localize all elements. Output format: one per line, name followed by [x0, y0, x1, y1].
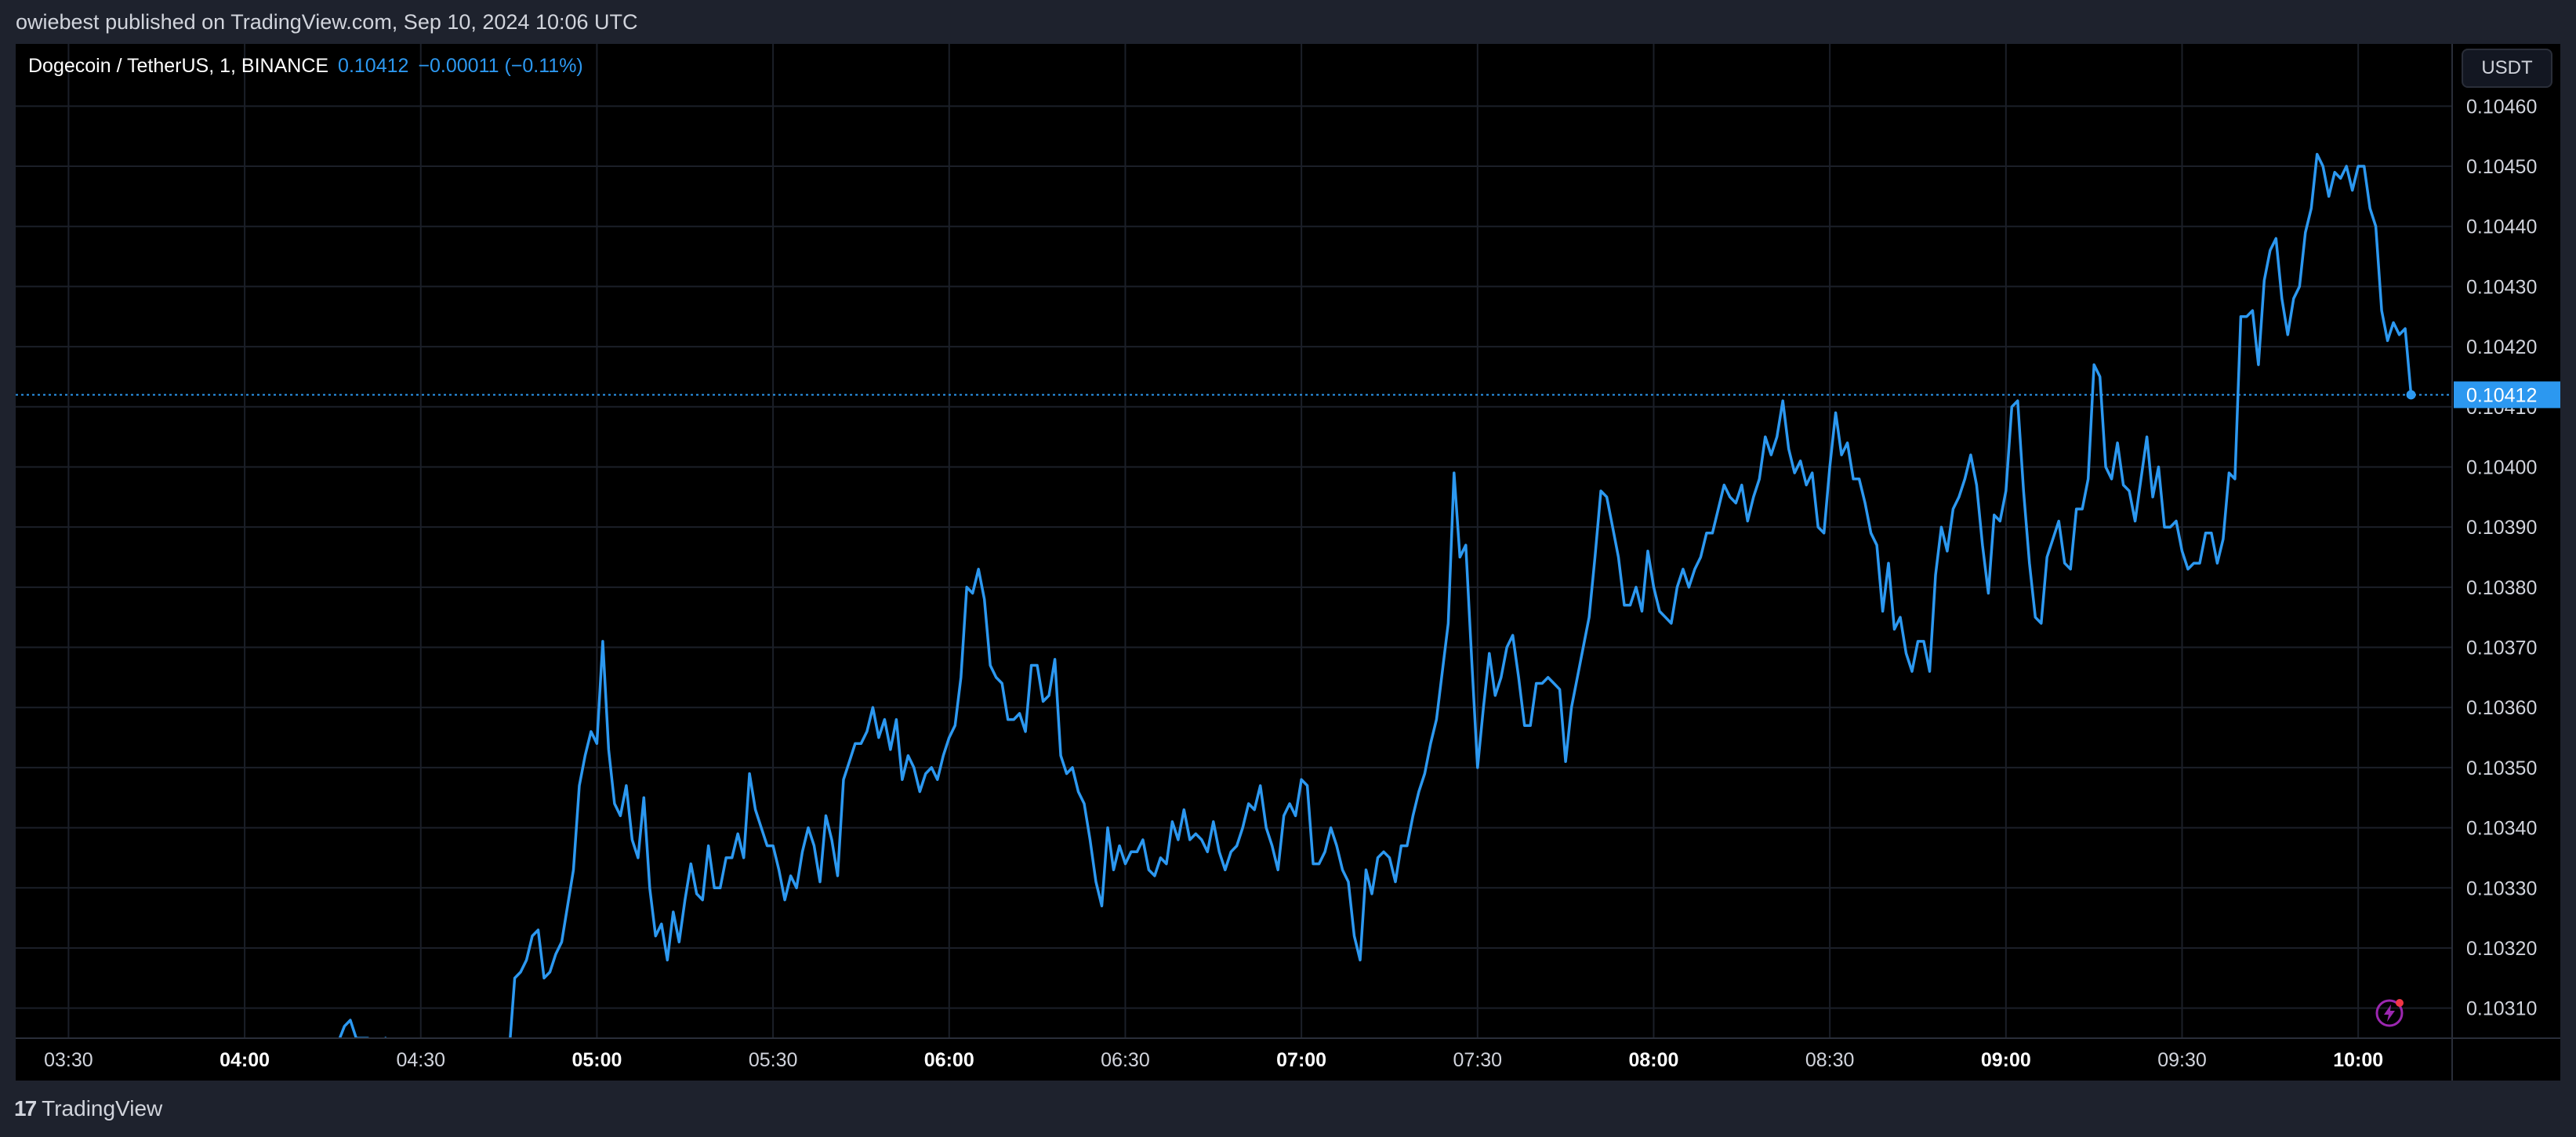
x-tick-label: 09:30 — [2157, 1049, 2207, 1071]
chart-panel[interactable]: 0.10310 0.10320 0.10330 0.10340 0.10350 0.103… — [16, 44, 2560, 1081]
x-tick-label: 10:00 — [2333, 1049, 2383, 1071]
legend-price: 0.10412 — [338, 55, 409, 77]
y-tick-label: 0.10400 — [2466, 456, 2537, 478]
x-tick-label: 07:30 — [1453, 1049, 1503, 1071]
x-tick-label: 08:00 — [1628, 1049, 1678, 1071]
last-price-label: 0.10412 — [2466, 384, 2537, 406]
publish-header: owiebest published on TradingView.com, S… — [0, 0, 2576, 44]
x-tick-label: 04:00 — [220, 1049, 270, 1071]
y-tick-label: 0.10340 — [2466, 818, 2537, 840]
y-tick-label: 0.10440 — [2466, 216, 2537, 238]
y-tick-label: 0.10450 — [2466, 156, 2537, 178]
price-chart[interactable]: 0.10310 0.10320 0.10330 0.10340 0.10350 0.103… — [16, 44, 2560, 1081]
y-tick-label: 0.10350 — [2466, 757, 2537, 779]
legend-change: −0.00011 (−0.11%) — [418, 55, 583, 77]
y-tick-label: 0.10380 — [2466, 577, 2537, 599]
x-tick-label: 08:30 — [1805, 1049, 1855, 1071]
y-tick-label: 0.10320 — [2466, 938, 2537, 960]
tradingview-brand[interactable]: 17 TradingView — [14, 1096, 162, 1121]
last-price-dot — [2406, 390, 2416, 400]
x-tick-label: 09:00 — [1981, 1049, 2031, 1071]
published-text: owiebest published on TradingView.com, S… — [16, 9, 638, 34]
x-tick-label: 05:00 — [571, 1049, 622, 1071]
x-tick-label: 03:30 — [44, 1049, 93, 1071]
x-tick-label: 04:30 — [396, 1049, 445, 1071]
currency-button[interactable]: USDT — [2462, 49, 2552, 88]
y-tick-label: 0.10420 — [2466, 336, 2537, 358]
x-tick-label: 06:30 — [1101, 1049, 1150, 1071]
y-tick-label: 0.10430 — [2466, 276, 2537, 298]
y-tick-label: 0.10390 — [2466, 517, 2537, 539]
y-tick-label: 0.10460 — [2466, 96, 2537, 118]
tradingview-logo-icon: 17 — [14, 1096, 37, 1121]
x-tick-label: 07:00 — [1276, 1049, 1326, 1071]
y-tick-label: 0.10310 — [2466, 998, 2537, 1020]
y-tick-label: 0.10370 — [2466, 638, 2537, 659]
flash-icon[interactable] — [2374, 997, 2405, 1029]
brand-name: TradingView — [42, 1096, 163, 1121]
symbol-name: Dogecoin / TetherUS, 1, BINANCE — [28, 55, 329, 77]
y-tick-label: 0.10330 — [2466, 877, 2537, 899]
price-series-line — [509, 152, 2413, 1038]
y-tick-label: 0.10360 — [2466, 697, 2537, 719]
symbol-legend: Dogecoin / TetherUS, 1, BINANCE 0.10412 … — [28, 55, 583, 78]
x-tick-label: 06:00 — [924, 1049, 974, 1071]
footer: 17 TradingView — [0, 1081, 2576, 1137]
x-tick-label: 05:30 — [749, 1049, 798, 1071]
